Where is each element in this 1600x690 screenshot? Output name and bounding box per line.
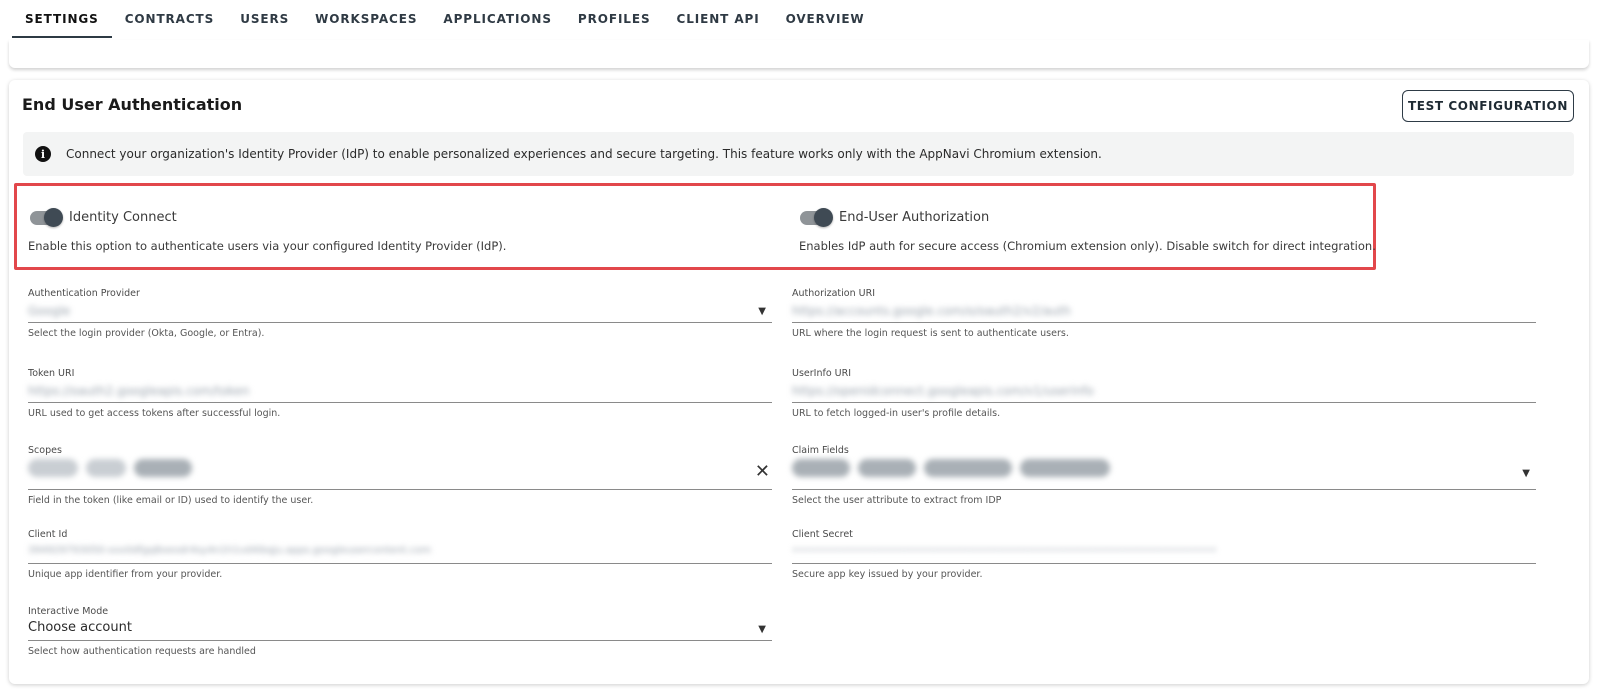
- field-help: URL where the login request is sent to a…: [792, 328, 1069, 339]
- chevron-down-icon[interactable]: ▼: [758, 306, 766, 317]
- interactive-mode-field: Interactive Mode Choose account ▼ Select…: [28, 606, 772, 657]
- field-label: Claim Fields: [792, 445, 849, 456]
- identity-connect-switch[interactable]: [30, 207, 63, 227]
- info-text: Connect your organization's Identity Pro…: [66, 147, 1102, 161]
- claim-chips: [792, 459, 1118, 477]
- identity-connect-row: Identity Connect: [30, 207, 177, 227]
- end-user-authorization-label: End-User Authorization: [839, 210, 990, 225]
- field-value: 394929793050-xxx0dfgq8oeodr4sy4n1h1vd4ib…: [28, 545, 431, 556]
- tab-profiles[interactable]: PROFILES: [565, 0, 664, 38]
- tab-overview[interactable]: OVERVIEW: [773, 0, 878, 38]
- tab-applications[interactable]: APPLICATIONS: [430, 0, 565, 38]
- client-id-field: Client Id 394929793050-xxx0dfgq8oeodr4sy…: [28, 529, 772, 580]
- field-help: Select the user attribute to extract fro…: [792, 495, 1002, 506]
- switch-knob: [814, 207, 833, 227]
- userinfo-uri-field: UserInfo URI https://openidconnect.googl…: [792, 368, 1536, 419]
- client-secret-input[interactable]: ••••••••••••••••••••••••••••••••••••••••…: [792, 540, 1536, 564]
- section-title: End User Authentication: [22, 95, 243, 114]
- field-help: Select how authentication requests are h…: [28, 646, 256, 657]
- field-value: Google: [28, 304, 71, 318]
- tab-settings[interactable]: SETTINGS: [12, 0, 112, 38]
- field-value: https://openidconnect.googleapis.com/v1/…: [792, 384, 1094, 398]
- identity-connect-label: Identity Connect: [69, 210, 177, 225]
- token-uri-input[interactable]: https://oauth2.googleapis.com/token: [28, 379, 772, 403]
- auth-provider-select[interactable]: Google ▼: [28, 299, 772, 323]
- field-value: https://oauth2.googleapis.com/token: [28, 384, 250, 398]
- end-user-auth-card: End User Authentication TEST CONFIGURATI…: [9, 80, 1589, 684]
- field-help: Select the login provider (Okta, Google,…: [28, 328, 265, 339]
- field-label: Authorization URI: [792, 288, 876, 299]
- field-value: Choose account: [28, 620, 132, 635]
- end-user-authorization-description: Enables IdP auth for secure access (Chro…: [799, 239, 1376, 253]
- auth-provider-field: Authentication Provider Google ▼ Select …: [28, 288, 772, 339]
- field-label: Client Id: [28, 529, 68, 540]
- field-value: ••••••••••••••••••••••••••••••••••••••••…: [792, 545, 1217, 556]
- interactive-mode-select[interactable]: Choose account ▼: [28, 617, 772, 641]
- previous-section-card: [9, 40, 1589, 68]
- field-label: Token URI: [28, 368, 75, 379]
- scopes-input[interactable]: ✕: [28, 456, 772, 490]
- test-configuration-button[interactable]: TEST CONFIGURATION: [1402, 90, 1574, 122]
- identity-connect-description: Enable this option to authenticate users…: [28, 239, 507, 253]
- scope-chip[interactable]: [86, 459, 126, 477]
- tab-contracts[interactable]: CONTRACTS: [112, 0, 228, 38]
- scopes-field: Scopes ✕ Field in the token (like email …: [28, 445, 772, 506]
- field-help: Secure app key issued by your provider.: [792, 569, 983, 580]
- field-label: UserInfo URI: [792, 368, 852, 379]
- switch-knob: [44, 207, 63, 227]
- claim-chip[interactable]: [1020, 459, 1110, 477]
- scope-chip[interactable]: [134, 459, 192, 477]
- authorization-uri-field: Authorization URI https://accounts.googl…: [792, 288, 1536, 339]
- userinfo-uri-input[interactable]: https://openidconnect.googleapis.com/v1/…: [792, 379, 1536, 403]
- field-help: URL used to get access tokens after succ…: [28, 408, 281, 419]
- field-label: Client Secret: [792, 529, 853, 540]
- tab-client-api[interactable]: CLIENT API: [664, 0, 773, 38]
- field-value: https://accounts.google.com/o/oauth2/v2/…: [792, 304, 1071, 318]
- claim-chip[interactable]: [924, 459, 1012, 477]
- field-help: Unique app identifier from your provider…: [28, 569, 223, 580]
- client-secret-field: Client Secret ••••••••••••••••••••••••••…: [792, 529, 1536, 580]
- close-icon[interactable]: ✕: [755, 461, 770, 482]
- field-label: Interactive Mode: [28, 606, 109, 617]
- client-id-input[interactable]: 394929793050-xxx0dfgq8oeodr4sy4n1h1vd4ib…: [28, 540, 772, 564]
- end-user-authorization-row: End-User Authorization: [800, 207, 990, 227]
- chevron-down-icon[interactable]: ▼: [758, 624, 766, 635]
- scope-chips: [28, 459, 200, 477]
- claim-fields-select[interactable]: ▼: [792, 456, 1536, 490]
- info-banner: i Connect your organization's Identity P…: [23, 132, 1574, 176]
- tab-users[interactable]: USERS: [227, 0, 302, 38]
- claim-fields-field: Claim Fields ▼ Select the user attribute…: [792, 445, 1536, 506]
- end-user-authorization-switch[interactable]: [800, 207, 833, 227]
- authorization-uri-input[interactable]: https://accounts.google.com/o/oauth2/v2/…: [792, 299, 1536, 323]
- field-label: Authentication Provider: [28, 288, 140, 299]
- toggles-highlight-box: [14, 183, 1376, 270]
- claim-chip[interactable]: [858, 459, 916, 477]
- token-uri-field: Token URI https://oauth2.googleapis.com/…: [28, 368, 772, 419]
- claim-chip[interactable]: [792, 459, 850, 477]
- top-nav-tabs: SETTINGS CONTRACTS USERS WORKSPACES APPL…: [12, 0, 878, 38]
- info-icon: i: [35, 146, 51, 162]
- field-label: Scopes: [28, 445, 62, 456]
- field-help: Field in the token (like email or ID) us…: [28, 495, 314, 506]
- field-help: URL to fetch logged-in user's profile de…: [792, 408, 1001, 419]
- chevron-down-icon[interactable]: ▼: [1522, 468, 1530, 479]
- scope-chip[interactable]: [28, 459, 78, 477]
- tab-workspaces[interactable]: WORKSPACES: [302, 0, 430, 38]
